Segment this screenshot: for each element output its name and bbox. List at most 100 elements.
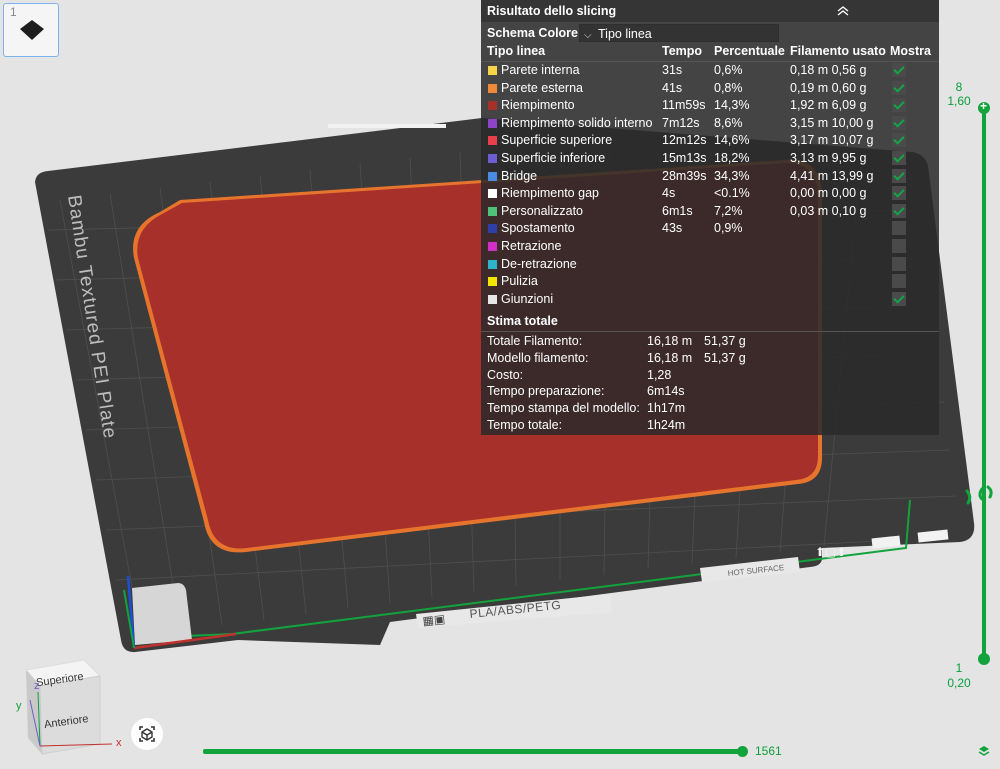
legend-time: 31s [662,63,683,77]
legend-filament: 3,13 m 9,95 g [790,150,867,165]
legend-filament: 0,18 m 0,56 g [790,63,867,77]
legend-percent: 0,6% [714,63,743,77]
legend-row: Superficie superiore 12m12s 14,6% 3,17 m 10… [481,132,939,150]
legend-type-label: Pulizia [501,274,538,289]
legend-time: 15m13s [662,150,707,165]
color-scheme-dropdown[interactable]: ⌵ Tipo linea [579,24,779,42]
totals-rows: Totale Filamento: 16,18 m 51,37 g Modello f… [481,333,939,434]
show-checkbox[interactable] [892,238,906,253]
legend-filament: 0,19 m 0,60 g [790,80,867,95]
top-layer-number: 8 [955,80,963,94]
legend-filament: 3,17 m 10,07 g [790,133,874,148]
totals-value-1: 16,18 m [647,350,693,365]
col-time: Tempo [662,44,703,58]
legend-time: 41s [662,80,683,95]
legend-row: Giunzioni [481,291,939,309]
move-slider-handle[interactable] [737,746,748,757]
color-swatch [488,153,497,163]
legend-row: Bridge 28m39s 34,3% 4,41 m 13,99 g [481,168,939,186]
bottom-layer-height: 0,20 [947,676,971,690]
color-swatch [488,171,497,181]
origin-tile [132,583,192,645]
totals-row: Tempo totale: 1h24m [481,417,939,434]
axis-y-label: y [16,700,22,712]
plate-thumbnail-icon [20,20,44,40]
show-checkbox[interactable] [892,115,906,130]
totals-label: Tempo preparazione: [487,384,605,399]
plate-handle [328,124,446,128]
svg-text:▦▣: ▦▣ [422,612,446,628]
show-checkbox[interactable] [892,291,906,306]
legend-type-label: Retrazione [501,238,562,253]
legend-type-label: Bridge [501,168,538,183]
totals-row: Costo: 1,28 [481,367,939,384]
color-swatch [488,277,497,287]
layer-slider-top-handle[interactable] [978,99,990,114]
color-scheme-value: Tipo linea [598,27,652,41]
show-checkbox[interactable] [892,63,906,77]
totals-value-1: 1,28 [647,367,672,382]
legend-filament: 3,15 m 10,00 g [790,115,874,130]
legend-time: 4s [662,186,676,201]
legend-percent: 34,3% [714,168,750,183]
totals-label: Totale Filamento: [487,334,583,348]
color-scheme-label: Schema Colore [487,26,579,40]
top-layer-height: 1,60 [947,94,971,108]
show-checkbox[interactable] [892,150,906,165]
layer-slider-grip-icon[interactable] [964,483,998,509]
show-checkbox[interactable] [892,98,906,113]
legend-type-label: Superficie superiore [501,133,613,148]
layer-slider-track[interactable] [982,108,986,659]
panel-header: Risultato dello slicing [481,0,939,22]
layers-icon[interactable] [978,745,990,757]
legend-percent: 18,2% [714,150,750,165]
show-checkbox[interactable] [892,256,906,271]
move-slider-value: 1561 [755,744,782,758]
legend-type-label: Giunzioni [501,291,554,306]
legend-percent: <0.1% [714,186,750,201]
color-swatch [488,224,497,234]
color-swatch [488,66,497,75]
totals-row: Modello filamento: 16,18 m 51,37 g [481,350,939,367]
legend-percent: 14,3% [714,98,750,113]
panel-title: Risultato dello slicing [487,4,617,18]
col-filament: Filamento usato [790,44,886,58]
legend-row: De-retrazione [481,256,939,274]
move-slider-track[interactable] [203,749,743,754]
show-checkbox[interactable] [892,168,906,183]
legend-time: 6m1s [662,203,693,218]
legend-header: Tipo linea Tempo Percentuale Filamento u… [481,43,939,62]
legend-percent: 7,2% [714,203,743,218]
plate-thumbnail[interactable]: 1 [3,3,59,57]
legend-row: Retrazione [481,238,939,256]
col-show: Mostra [890,44,931,58]
legend-row: Spostamento 43s 0,9% [481,220,939,238]
show-checkbox[interactable] [892,274,906,289]
legend-rows: Parete interna 31s 0,6% 0,18 m 0,56 g Parete… [481,62,939,308]
show-checkbox[interactable] [892,186,906,201]
svg-text:⬆▢⬆: ⬆▢⬆ [815,545,846,559]
collapse-chevron-icon[interactable] [835,4,851,18]
show-checkbox[interactable] [892,203,906,218]
legend-row: Riempimento solido interno 7m12s 8,6% 3,15 … [481,115,939,133]
legend-time: 43s [662,221,683,236]
show-checkbox[interactable] [892,221,906,236]
fit-view-button[interactable] [131,718,163,750]
color-swatch [488,83,497,93]
totals-row: Totale Filamento: 16,18 m 51,37 g [481,333,939,350]
legend-time: 7m12s [662,115,700,130]
legend-type-label: Riempimento [501,98,575,113]
layer-slider-bottom-handle[interactable] [978,653,990,665]
col-type: Tipo linea [487,44,546,58]
totals-divider [481,331,939,332]
totals-label: Tempo stampa del modello: [487,401,640,416]
totals-value-1: 6m14s [647,384,685,399]
legend-percent: 14,6% [714,133,750,148]
legend-type-label: Riempimento solido interno [501,115,653,130]
show-checkbox[interactable] [892,80,906,95]
legend-row: Superficie inferiore 15m13s 18,2% 3,13 m 9,… [481,150,939,168]
bottom-layer-number: 1 [955,661,963,675]
color-swatch [488,206,497,216]
show-checkbox[interactable] [892,133,906,148]
axis-z-label: z [34,680,40,692]
